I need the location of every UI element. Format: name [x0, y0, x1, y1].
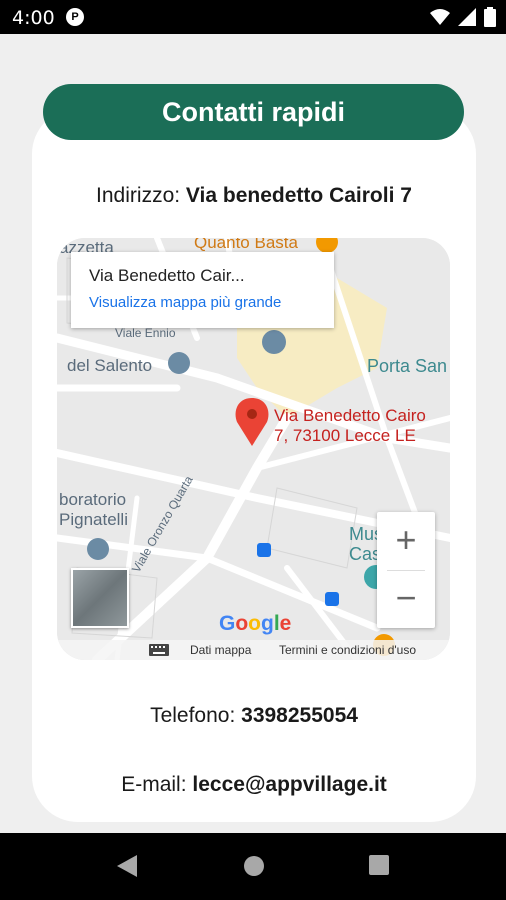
battery-icon [484, 7, 496, 27]
navigation-bar [0, 833, 506, 900]
bus-stop-icon [325, 592, 339, 606]
phone-label: Telefono: [150, 704, 236, 727]
map-label-quanto-basta: Quanto Basta [194, 238, 298, 252]
university-poi-icon [168, 352, 190, 374]
email-value[interactable]: lecce@appvillage.it [192, 773, 386, 796]
zoom-out-button[interactable]: − [377, 570, 435, 628]
map-footer: Dati mappa Termini e condizioni d'uso [57, 640, 450, 660]
wifi-icon [430, 9, 450, 25]
back-icon[interactable] [117, 855, 137, 877]
map-info-popup: Via Benedetto Cair... Visualizza mappa p… [71, 252, 334, 328]
google-logo: Google [219, 612, 292, 635]
map-label-porta-san: Porta San [367, 356, 448, 376]
view-larger-map-link[interactable]: Visualizza mappa più grande [89, 294, 281, 311]
email-row: E-mail: lecce@appvillage.it [32, 773, 476, 797]
map-label-laboratorio: boratorio [59, 490, 127, 509]
pin-address-label: Via Benedetto Cairo 7, 73100 Lecce LE [274, 406, 426, 446]
status-icons [430, 7, 496, 27]
app-notification-icon: P [66, 8, 84, 26]
terms-link[interactable]: Termini e condizioni d'uso [279, 643, 416, 657]
map-label-pignatelli: Pignatelli [59, 510, 128, 529]
school-poi-icon [262, 330, 286, 354]
email-label: E-mail: [121, 773, 187, 796]
map-embed[interactable]: azzetta Quanto Basta Viale Ennio del Sal… [57, 238, 450, 660]
address-value[interactable]: Via benedetto Cairoli 7 [186, 184, 412, 207]
satellite-toggle[interactable] [71, 568, 129, 628]
phone-value[interactable]: 3398255054 [241, 704, 358, 727]
popup-title: Via Benedetto Cair... [89, 266, 245, 285]
recent-apps-icon[interactable] [369, 855, 389, 875]
map-label-del-salento: del Salento [67, 356, 153, 375]
zoom-controls: + − [377, 512, 435, 628]
keyboard-icon[interactable] [149, 644, 169, 656]
address-row: Indirizzo: Via benedetto Cairoli 7 [32, 184, 476, 208]
bus-stop-icon [257, 543, 271, 557]
poi-pin-icon [87, 538, 109, 560]
map-label-viale-ennio: Viale Ennio [115, 326, 176, 340]
status-bar: 4:00 P [0, 0, 506, 34]
pin-address-line1: Via Benedetto Cairo [274, 406, 426, 425]
phone-row: Telefono: 3398255054 [32, 704, 476, 728]
map-data-link[interactable]: Dati mappa [190, 643, 251, 657]
signal-icon [458, 8, 476, 26]
address-label: Indirizzo: [96, 184, 181, 207]
status-time: 4:00 [12, 7, 55, 29]
page-title: Contatti rapidi [43, 84, 464, 140]
zoom-in-button[interactable]: + [377, 512, 435, 570]
home-icon[interactable] [243, 855, 265, 877]
pin-address-line2: 7, 73100 Lecce LE [274, 426, 416, 445]
